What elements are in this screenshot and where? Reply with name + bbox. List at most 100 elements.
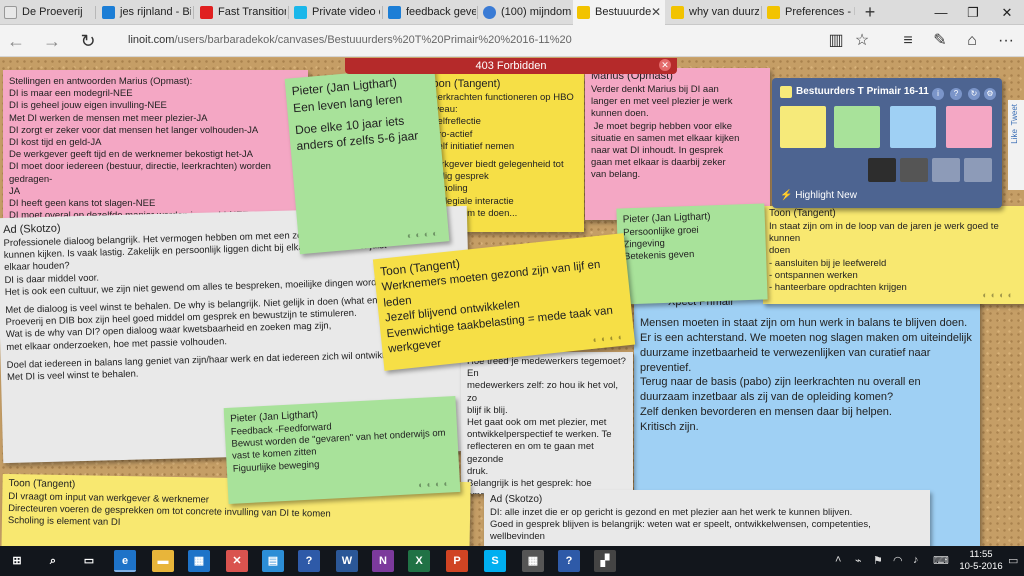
note-line: - aansluiten bij je leefwereld	[769, 257, 887, 269]
note-toolbar[interactable]: ◐◐◐◐	[982, 290, 1016, 300]
tab-label: Bestuuurde	[595, 6, 652, 18]
hub-icon[interactable]: ≡	[898, 31, 918, 51]
keyboard-icon[interactable]: ⌨	[933, 554, 949, 567]
highlight-new-link[interactable]: ⚡ Highlight New	[780, 190, 857, 201]
store-icon[interactable]: ▦	[188, 550, 210, 572]
note-line: DI is maar een modegril-NEE	[9, 88, 133, 100]
refresh-button[interactable]: ↻	[76, 29, 100, 53]
sticky-note[interactable]: Toon (Tangent) In staat zijn om in de lo…	[763, 206, 1024, 304]
tab[interactable]: (100) mijndom	[479, 0, 571, 25]
word-icon[interactable]: W	[336, 550, 358, 572]
clock[interactable]: 11:55 10-5-2016	[955, 549, 1007, 573]
tab-bar: De Proeverij jes rijnland - Bi Fast Tran…	[0, 0, 1024, 25]
reading-view-icon[interactable]: ▥	[826, 31, 846, 51]
minimize-button[interactable]: —	[926, 0, 956, 25]
note-line: medewerkers zelf: zo hou ik het vol, zo	[467, 380, 621, 404]
app-icon-gray[interactable]: ▦	[522, 550, 544, 572]
like-button[interactable]: Like	[1010, 129, 1019, 144]
favorite-star-icon[interactable]: ☆	[852, 31, 872, 51]
forward-button[interactable]: →	[40, 29, 64, 53]
note-line: In staat zijn om in de loop van de jaren…	[769, 221, 1002, 245]
app-icon-blue[interactable]: ▤	[262, 550, 284, 572]
close-tab-icon[interactable]: ✕	[651, 0, 661, 25]
chevron-up-icon[interactable]: ˄	[835, 554, 841, 566]
sticky-note[interactable]: Pieter (Jan Ligthart) Een leven lang ler…	[284, 65, 450, 255]
tab[interactable]: De Proeverij	[0, 0, 92, 25]
linoit-icon	[577, 6, 590, 19]
refresh-icon[interactable]: ↻	[968, 88, 980, 100]
note-line: DI is geheel jouw eigen invulling-NEE	[9, 100, 167, 112]
notifications-icon[interactable]: ▭	[1008, 554, 1018, 567]
tweet-button[interactable]: Tweet	[1010, 104, 1019, 125]
info-icon[interactable]: i	[932, 88, 944, 100]
sticky-pink-swatch[interactable]	[946, 106, 992, 148]
sticky-yellow-swatch[interactable]	[780, 106, 826, 148]
sticky-note[interactable]: Marius (Opmast) Verder denkt Marius bij …	[585, 68, 770, 220]
sticky-palette[interactable]: Bestuurders T Primair 16-11 i ? ↻ ⚙ ⚡ Hi…	[772, 78, 1002, 208]
back-button[interactable]: ←	[4, 29, 28, 53]
note-toolbar[interactable]: ◐◐◐◐	[592, 331, 627, 344]
note-line: langer en met veel plezier je werk	[591, 96, 733, 108]
note-toolbar[interactable]: ◐◐◐◐	[418, 478, 452, 490]
share-icon[interactable]: ⌂	[962, 31, 982, 51]
tab-label: Preferences - li	[785, 6, 855, 18]
blank-note-icon[interactable]	[964, 158, 992, 182]
tab[interactable]: why van duurz	[667, 0, 759, 25]
network-icon[interactable]: ⌁	[855, 554, 862, 567]
url-field[interactable]: linoit.com/users/barbaradekok/canvases/B…	[128, 34, 572, 46]
edge-icon[interactable]: e	[114, 550, 136, 572]
clapper-icon[interactable]: ▞	[594, 550, 616, 572]
address-bar: ← → ↻ linoit.com/users/barbaradekok/canv…	[0, 25, 1024, 57]
tab[interactable]: Private video o	[290, 0, 380, 25]
volume-icon[interactable]: ♪	[913, 554, 919, 566]
flag-icon[interactable]: ⚑	[873, 554, 883, 567]
tab-active[interactable]: Bestuuurde ✕	[573, 0, 665, 25]
file-explorer-icon[interactable]: ▬	[152, 550, 174, 572]
help-icon[interactable]: ?	[950, 88, 962, 100]
note-line: Verder denkt Marius bij DI aan	[591, 84, 719, 95]
sticky-blue-swatch[interactable]	[890, 106, 936, 148]
tab[interactable]: feedback geve	[384, 0, 476, 25]
sticky-green-swatch[interactable]	[834, 106, 880, 148]
powerpoint-icon[interactable]: P	[446, 550, 468, 572]
tab-separator	[382, 6, 383, 19]
tab-separator	[477, 6, 478, 19]
tab[interactable]: Fast Transition	[196, 0, 286, 25]
sticky-note[interactable]: Ad (Skotzo) DI: alle inzet die er op ger…	[484, 490, 930, 546]
note-line: Er is een achterstand. We moeten nog sla…	[640, 331, 972, 344]
help-icon[interactable]: ?	[298, 550, 320, 572]
close-icon[interactable]: ✕	[659, 59, 671, 71]
note-line: - zelfreflectie	[427, 116, 481, 128]
tab[interactable]: jes rijnland - Bi	[98, 0, 191, 25]
note-body: Mensen moeten in staat zijn om hun werk …	[640, 310, 974, 435]
more-icon[interactable]: ···	[996, 31, 1016, 51]
video-icon[interactable]	[900, 158, 928, 182]
web-note-icon[interactable]: ✎	[930, 31, 950, 51]
restore-button[interactable]: ❐	[958, 0, 988, 25]
note-body: Een leven lang leren Doe elke 10 jaar iet…	[293, 88, 435, 154]
skype-icon[interactable]: S	[484, 550, 506, 572]
settings-icon[interactable]: ⚙	[984, 88, 996, 100]
task-view-icon[interactable]: ▭	[78, 550, 100, 572]
sticky-note[interactable]: Pieter (Jan Ligthart) Feedback -Feedforw…	[223, 395, 461, 505]
social-sidebar: Tweet Like	[1008, 100, 1024, 190]
image-upload-icon[interactable]	[868, 158, 896, 182]
app-icon-red[interactable]: ✕	[226, 550, 248, 572]
start-icon[interactable]: ⊞	[6, 550, 28, 572]
new-tab-button[interactable]: +	[862, 0, 878, 25]
taskbar: ⊞ ⌕ ▭ e ▬ ▦ ✕ ▤? W N X P S ▦? ▞ ˄ ⌁ ⚑ ◠ ♪ ⌨ 11:55 10-5…	[0, 546, 1024, 576]
close-window-button[interactable]: ✕	[992, 0, 1022, 25]
sticky-note[interactable]: Hoe treed je medewerkers tegemoet? En med…	[461, 352, 633, 494]
wifi-icon[interactable]: ◠	[893, 554, 903, 567]
excel-icon[interactable]: X	[408, 550, 430, 572]
note-toolbar[interactable]: ◐◐◐◐	[407, 228, 441, 241]
tab[interactable]: Preferences - li	[763, 0, 855, 25]
search-icon[interactable]: ⌕	[42, 550, 64, 572]
onenote-icon[interactable]: N	[372, 550, 394, 572]
note-line: blijf ik blij.	[467, 404, 508, 416]
attachment-icon[interactable]	[932, 158, 960, 182]
sticky-note[interactable]: Pieter (Jan Ligthart) Persoonlijke groei…	[616, 203, 768, 305]
question-icon[interactable]: ?	[558, 550, 580, 572]
sticky-note[interactable]: Stellingen en antwoorden Marius (Opmast)…	[3, 70, 308, 232]
url-host: linoit.com	[128, 34, 175, 46]
